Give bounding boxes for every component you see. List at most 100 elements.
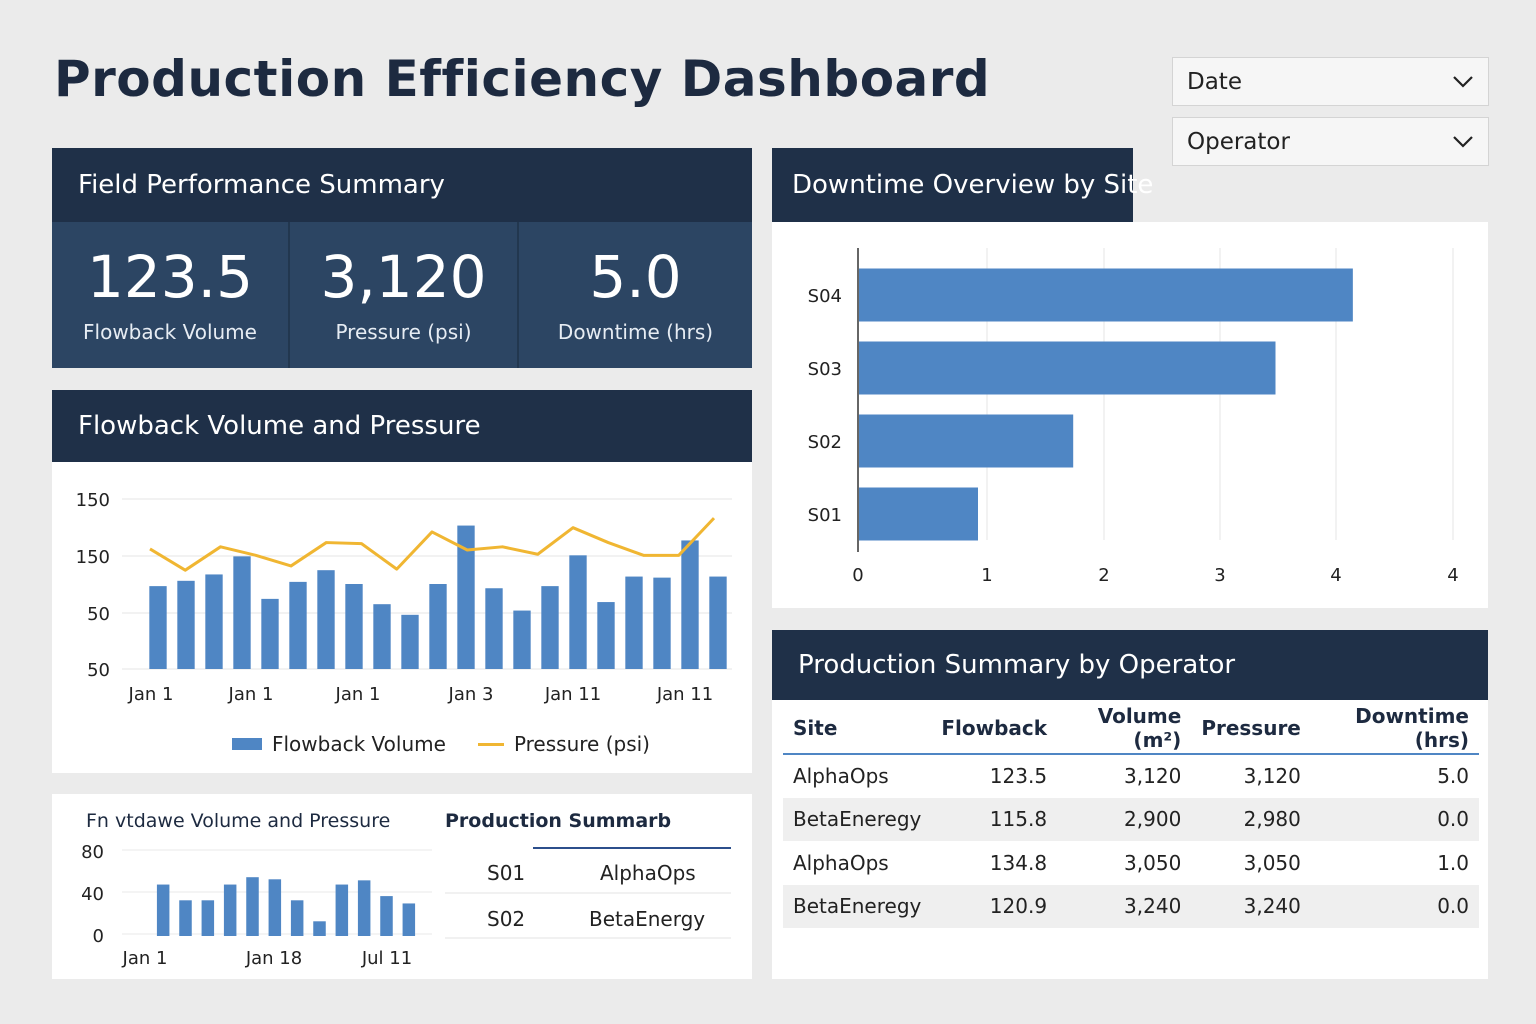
column-header-pressure[interactable]: Pressure (1191, 702, 1311, 755)
cell-site: BetaEneregy (783, 797, 932, 841)
mini-bar (223, 884, 237, 936)
mini-chart-title: Fn vtdawe Volume and Pressure (86, 810, 391, 832)
kpi-label: Downtime (hrs) (557, 320, 714, 344)
production-table: Site Flowback Volume (m²) Pressure Downt… (783, 702, 1479, 928)
flowback-volume-bar (513, 610, 531, 669)
flowback-heading: Flowback Volume and Pressure (78, 411, 481, 441)
summary-heading: Field Performance Summary (78, 170, 445, 200)
x-tick-label: Jan 18 (245, 948, 302, 969)
operator-filter-label: Operator (1187, 128, 1290, 155)
cell-site: BetaEneregy (783, 884, 932, 928)
mini-table-title: Production Summarb (445, 810, 672, 832)
mini-row-site: S02 (487, 907, 526, 931)
kpi-label: Pressure (psi) (335, 320, 472, 344)
y-tick-label: 50 (87, 660, 110, 681)
x-tick-label: Jan 11 (656, 684, 713, 705)
kpi-downtime: 5.0 Downtime (hrs) (517, 222, 752, 368)
flowback-volume-bar (485, 588, 503, 669)
flowback-volume-bar (149, 586, 167, 669)
y-tick-label: 50 (87, 604, 110, 625)
flowback-volume-bar (681, 540, 699, 669)
cell-downtime: 0.0 (1310, 797, 1479, 841)
cell-site: AlphaOps (793, 764, 889, 789)
mini-bar (335, 884, 349, 936)
downtime-bar (859, 341, 1276, 395)
flowback-legend: Flowback Volume Pressure (psi) (232, 732, 650, 756)
downtime-bar (859, 487, 978, 541)
mini-bar (357, 880, 371, 936)
cell-pressure: 3,240 (1191, 884, 1311, 928)
operator-filter-dropdown[interactable]: Operator (1172, 117, 1489, 166)
x-tick-label: Jan 3 (448, 684, 494, 705)
chevron-down-icon (1453, 75, 1473, 88)
flowback-volume-bar (233, 556, 251, 669)
y-category-label: S04 (808, 286, 842, 307)
cell-flowback: 120.9 (931, 884, 1058, 928)
production-heading: Production Summary by Operator (798, 650, 1236, 680)
flowback-volume-bar (625, 576, 643, 669)
date-filter-dropdown[interactable]: Date (1172, 57, 1489, 106)
flowback-volume-bar (429, 584, 447, 669)
legend-line-swatch (477, 742, 504, 746)
mini-row-operator: BetaEnergy (589, 907, 706, 931)
chevron-down-icon (1453, 135, 1473, 148)
mini-bar (246, 877, 259, 936)
legend-bar-label: Flowback Volume (272, 732, 446, 756)
x-tick-label: Jan 1 (335, 684, 381, 705)
flowback-chart: 150 150 50 50 Jan 1 Jan 1 Jan 1 Jan 3 Jan 11 Jan … (76, 490, 732, 705)
mini-row-site: S01 (487, 861, 526, 885)
flowback-volume-bar (569, 555, 587, 669)
cell-flowback: 123.5 (989, 764, 1048, 789)
y-tick-label: 40 (81, 884, 104, 905)
date-filter-label: Date (1187, 68, 1242, 95)
column-header-volume[interactable]: Volume (m²) (1057, 702, 1192, 755)
y-category-label: S01 (808, 505, 842, 526)
column-header-flowback[interactable]: Flowback (931, 702, 1058, 755)
cell-downtime: 5.0 (1437, 764, 1469, 789)
cell-pressure: 3,120 (1243, 764, 1301, 789)
flowback-volume-bar (345, 584, 363, 669)
cell-volume: 2,900 (1057, 797, 1192, 841)
table-header-row: Site Flowback Volume (m²) Pressure Downt… (783, 702, 1479, 755)
mini-bar (201, 900, 215, 936)
column-header-site[interactable]: Site (783, 702, 932, 755)
x-tick-label: Jan 1 (228, 684, 274, 705)
y-tick-label: 0 (93, 926, 104, 947)
flowback-volume-bar (205, 574, 223, 669)
cell-volume: 3,120 (1124, 764, 1182, 789)
flowback-panel-header: Flowback Volume and Pressure (52, 390, 752, 462)
column-header-downtime[interactable]: Downtime (hrs) (1310, 702, 1479, 755)
flowback-volume-bar (261, 598, 279, 669)
kpi-value: 3,120 (320, 243, 487, 311)
mini-bar (313, 921, 326, 936)
kpi-label: Flowback Volume (83, 320, 257, 344)
y-category-label: S03 (808, 359, 842, 380)
legend-bar-swatch (232, 738, 262, 750)
summary-panel-header: Field Performance Summary (52, 148, 752, 222)
flowback-volume-bar (653, 577, 671, 669)
flowback-volume-bar (401, 614, 419, 669)
x-tick-label: 4 (1447, 565, 1458, 586)
table-row: AlphaOps 134.8 3,050 3,050 1.0 (783, 841, 1479, 885)
y-category-label: S02 (808, 432, 842, 453)
cell-downtime: 0.0 (1310, 884, 1479, 928)
mini-bar (156, 884, 170, 936)
x-tick-label: Jan 1 (128, 684, 174, 705)
table-row: BetaEneregy 115.8 2,900 2,980 0.0 (783, 797, 1479, 841)
mini-bar (179, 900, 192, 936)
kpi-value: 5.0 (589, 243, 682, 311)
flowback-volume-bar (597, 602, 615, 669)
mini-bar-chart: 80 40 0 Jan 1 Jan 18 Jul 11 (81, 842, 432, 969)
cell-site: AlphaOps (793, 850, 889, 875)
x-tick-label: Jul 11 (361, 948, 412, 969)
flowback-volume-bar (373, 604, 391, 669)
kpi-pressure: 3,120 Pressure (psi) (288, 222, 517, 368)
production-panel-header: Production Summary by Operator (772, 630, 1488, 700)
y-tick-label: 150 (76, 547, 110, 568)
flowback-volume-bar (289, 581, 307, 669)
cell-volume: 3,050 (1124, 850, 1182, 875)
x-tick-label: Jan 11 (544, 684, 601, 705)
x-tick-label: 2 (1098, 565, 1109, 586)
cell-pressure: 3,050 (1243, 850, 1301, 875)
table-row: AlphaOps 123.5 3,120 3,120 5.0 (783, 754, 1479, 798)
